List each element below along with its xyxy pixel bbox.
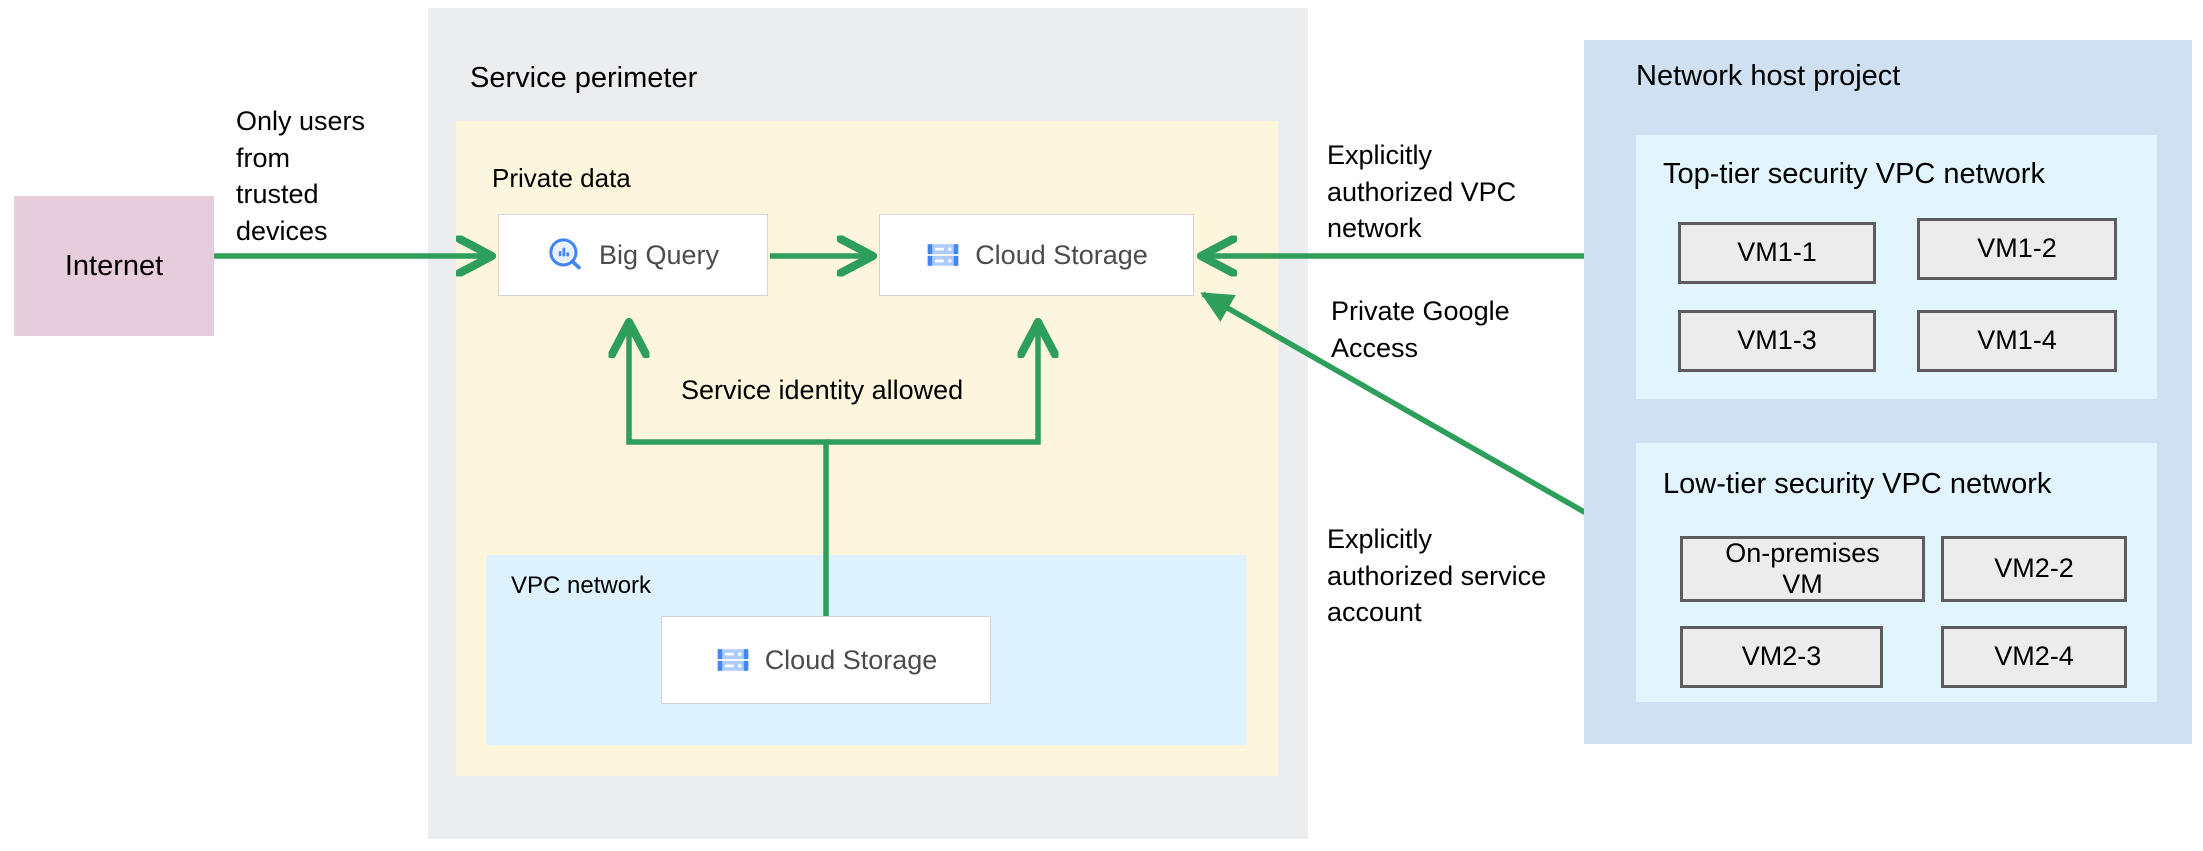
- vm-box-vm2-2[interactable]: VM2-2: [1941, 536, 2127, 602]
- cloud-storage-icon: [925, 237, 961, 273]
- vm-label: VM1-3: [1737, 325, 1817, 356]
- network-host-project-title: Network host project: [1636, 60, 1901, 92]
- vm-box-vm2-4[interactable]: VM2-4: [1941, 626, 2127, 688]
- bigquery-service-box[interactable]: Big Query: [498, 214, 768, 296]
- vm-label: VM2-4: [1994, 641, 2074, 672]
- bigquery-icon: [547, 236, 585, 274]
- annotation-authorized-vpc-network: Explicitly authorized VPC network: [1327, 140, 1517, 244]
- inner-vpc-network-title: VPC network: [511, 572, 652, 599]
- inner-cloud-storage-label: Cloud Storage: [764, 644, 938, 675]
- annotation-trusted-devices: Only users from trusted devices: [236, 106, 366, 247]
- vm-label: On-premises VM: [1725, 537, 1880, 599]
- vm-label: VM1-2: [1977, 233, 2057, 264]
- private-data-title: Private data: [492, 163, 631, 193]
- cloud-storage-label: Cloud Storage: [975, 239, 1148, 270]
- internet-label: Internet: [64, 249, 164, 282]
- vm-label: VM1-1: [1737, 237, 1817, 268]
- vm-box-vm1-2[interactable]: VM1-2: [1917, 218, 2117, 280]
- vm-box-on-premises-vm[interactable]: On-premises VM: [1680, 536, 1925, 602]
- vm-box-vm2-3[interactable]: VM2-3: [1680, 626, 1883, 688]
- cloud-storage-service-box[interactable]: Cloud Storage: [879, 214, 1194, 296]
- vm-box-vm1-1[interactable]: VM1-1: [1678, 222, 1876, 284]
- cloud-storage-icon: [715, 642, 751, 678]
- service-identity-allowed-label: Service identity allowed: [681, 375, 964, 405]
- top-tier-vpc-title: Top-tier security VPC network: [1663, 158, 2045, 190]
- annotation-private-google-access: Private Google Access: [1331, 296, 1510, 363]
- annotation-authorized-service-account: Explicitly authorized service account: [1327, 524, 1547, 628]
- bigquery-label: Big Query: [598, 239, 720, 270]
- vm-box-vm1-4[interactable]: VM1-4: [1917, 310, 2117, 372]
- low-tier-vpc-title: Low-tier security VPC network: [1663, 468, 2052, 500]
- service-perimeter-title: Service perimeter: [470, 62, 698, 94]
- vm-label: VM1-4: [1977, 325, 2057, 356]
- diagram-canvas: Internet Service perimeter Private data …: [0, 0, 2203, 851]
- internet-box: Internet: [14, 196, 214, 336]
- inner-cloud-storage-service-box[interactable]: Cloud Storage: [661, 616, 991, 704]
- vm-label: VM2-2: [1994, 553, 2074, 584]
- vm-box-vm1-3[interactable]: VM1-3: [1678, 310, 1876, 372]
- vm-label: VM2-3: [1741, 641, 1822, 672]
